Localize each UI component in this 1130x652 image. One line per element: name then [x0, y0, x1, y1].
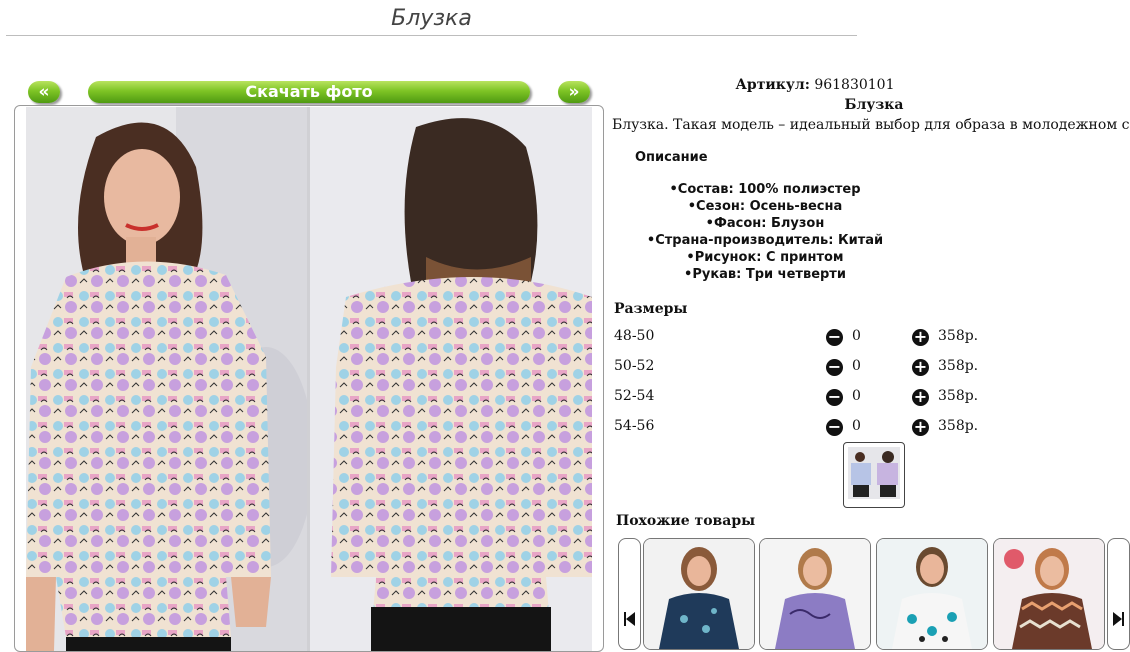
- description-heading: Описание: [635, 150, 708, 165]
- size-row: 54-56 − 0 + 358р.: [614, 418, 1014, 438]
- attribute-sleeve: Рукав: Три четверти: [612, 266, 918, 283]
- similar-product-card[interactable]: [993, 538, 1105, 650]
- similar-products-heading: Похожие товары: [616, 513, 756, 529]
- size-quantity: 0: [852, 358, 861, 374]
- sku-label: Артикул:: [735, 77, 810, 93]
- similar-product-card[interactable]: [643, 538, 755, 650]
- attribute-season: Сезон: Осень-весна: [612, 198, 918, 215]
- page-title: Блузка: [391, 6, 472, 31]
- size-label: 50-52: [614, 358, 655, 374]
- minus-circle-icon[interactable]: −: [826, 329, 843, 346]
- minus-circle-icon[interactable]: −: [826, 419, 843, 436]
- next-photo-button[interactable]: »: [558, 81, 590, 103]
- size-quantity: 0: [852, 418, 861, 434]
- attribute-country: Страна-производитель: Китай: [612, 232, 918, 249]
- download-photo-button[interactable]: Скачать фото: [88, 81, 530, 103]
- size-quantity: 0: [852, 328, 861, 344]
- attribute-pattern: Рисунок: С принтом: [612, 249, 918, 266]
- size-price: 358р.: [938, 358, 979, 374]
- carousel-next-button[interactable]: [1107, 538, 1130, 650]
- attribute-list: Состав: 100% полиэстер Сезон: Осень-весн…: [612, 181, 918, 283]
- plus-circle-icon[interactable]: +: [912, 359, 929, 376]
- product-photo[interactable]: [26, 107, 592, 651]
- sku-value: 961830101: [814, 77, 895, 93]
- plus-circle-icon[interactable]: +: [912, 419, 929, 436]
- photo-thumbnail[interactable]: [843, 442, 905, 508]
- size-quantity: 0: [852, 388, 861, 404]
- similar-product-card[interactable]: [759, 538, 871, 650]
- product-photo-frame: [14, 105, 604, 652]
- size-row: 52-54 − 0 + 358р.: [614, 388, 1014, 408]
- product-name: Блузка: [844, 97, 904, 113]
- plus-circle-icon[interactable]: +: [912, 389, 929, 406]
- size-label: 48-50: [614, 328, 655, 344]
- carousel-prev-button[interactable]: [618, 538, 641, 650]
- similar-product-image: [877, 539, 987, 649]
- minus-circle-icon[interactable]: −: [826, 389, 843, 406]
- skip-previous-icon: [624, 611, 635, 630]
- size-price: 358р.: [938, 418, 979, 434]
- minus-circle-icon[interactable]: −: [826, 359, 843, 376]
- size-row: 48-50 − 0 + 358р.: [614, 328, 1014, 348]
- prev-photo-button[interactable]: «: [28, 81, 60, 103]
- size-price: 358р.: [938, 328, 979, 344]
- similar-product-card[interactable]: [876, 538, 988, 650]
- sizes-heading: Размеры: [614, 301, 688, 317]
- similar-product-image: [994, 539, 1104, 649]
- size-label: 52-54: [614, 388, 655, 404]
- size-row: 50-52 − 0 + 358р.: [614, 358, 1014, 378]
- plus-circle-icon[interactable]: +: [912, 329, 929, 346]
- size-price: 358р.: [938, 388, 979, 404]
- similar-product-image: [644, 539, 754, 649]
- attribute-style: Фасон: Блузон: [612, 215, 918, 232]
- attribute-composition: Состав: 100% полиэстер: [612, 181, 918, 198]
- thumbnail-image: [848, 447, 900, 499]
- similar-product-image: [760, 539, 870, 649]
- title-divider: [6, 35, 857, 36]
- skip-next-icon: [1113, 611, 1124, 630]
- product-sku: Артикул: 961830101: [612, 77, 1018, 93]
- size-label: 54-56: [614, 418, 655, 434]
- product-description: Блузка. Такая модель – идеальный выбор д…: [612, 117, 1130, 133]
